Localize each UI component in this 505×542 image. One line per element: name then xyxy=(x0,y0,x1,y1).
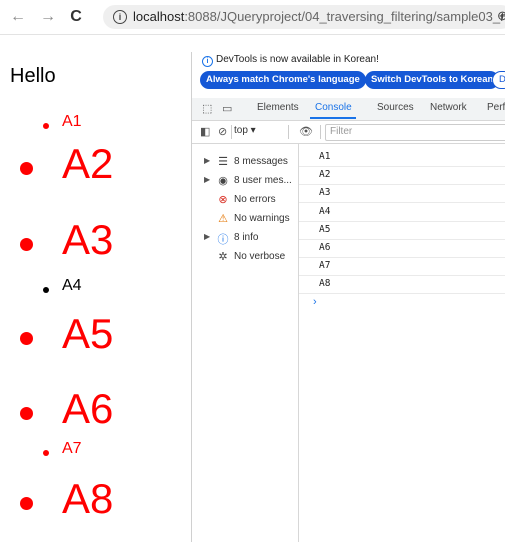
list-item-text: A6 xyxy=(62,385,114,432)
devtools-tabs: ⬚ ▭ Elements Console Sources Network Per… xyxy=(192,98,505,121)
console-sidebar: ▶ ☰ 8 messages ▶ ◉ 8 user mes... ⊗ No errors ⚠ No… xyxy=(192,144,299,542)
reload-button[interactable]: C xyxy=(66,7,86,27)
filter-category-icon: ⓘ xyxy=(217,234,229,246)
log-message: A2 xyxy=(319,169,331,181)
context-selector[interactable]: top ▾ xyxy=(234,125,256,136)
expand-arrow-icon[interactable]: ▶ xyxy=(204,232,210,241)
filter-category-icon: ✲ xyxy=(218,251,228,263)
inspect-element-icon[interactable]: ⬚ xyxy=(202,102,212,115)
sidebar-item-label: No warnings xyxy=(234,213,290,224)
sidebar-toggle-icon[interactable]: ◧ xyxy=(200,125,210,138)
zoom-icon[interactable]: ⊕ xyxy=(497,8,505,24)
browser-toolbar: ← → C i localhost:8088/JQueryproject/04_… xyxy=(0,0,505,35)
console-messages: A1 A2 A3 A4 A5 A6 A7 A8 › xyxy=(299,144,505,542)
page-heading: Hello xyxy=(10,65,56,87)
sidebar-item-label: No errors xyxy=(234,194,276,205)
url-text[interactable]: localhost:8088/JQueryproject/04_traversi… xyxy=(133,9,505,24)
bullet-icon xyxy=(20,407,33,420)
bullet-icon xyxy=(43,450,49,456)
list-item-text: A5 xyxy=(62,310,114,357)
bullet-icon xyxy=(43,123,49,129)
back-button[interactable]: ← xyxy=(8,7,28,27)
console-log-row[interactable]: A1 xyxy=(299,148,505,167)
list-item-text: A2 xyxy=(62,140,114,187)
sidebar-filter-item[interactable]: ⚠ No warnings xyxy=(192,209,298,229)
site-info-icon[interactable]: i xyxy=(113,10,127,24)
console-filter-input[interactable]: Filter xyxy=(325,124,505,141)
console-log-row[interactable]: A2 xyxy=(299,166,505,186)
console-prompt[interactable]: › xyxy=(313,296,317,308)
bullet-icon xyxy=(20,332,33,345)
banner-text: DevTools is now available in Korean! xyxy=(216,54,379,65)
bullet-icon xyxy=(20,497,33,510)
console-log-row[interactable]: A3 xyxy=(299,184,505,204)
log-message: A1 xyxy=(319,151,331,162)
bullet-icon xyxy=(20,238,33,251)
list-item-text: A7 xyxy=(62,440,82,457)
url-host: localhost xyxy=(133,9,185,24)
devtools-panel: i DevTools is now available in Korean! Al… xyxy=(191,52,505,542)
expand-arrow-icon[interactable]: ▶ xyxy=(204,156,210,165)
toolbar-separator xyxy=(231,125,232,139)
bullet-icon xyxy=(20,162,33,175)
tab-network[interactable]: Network xyxy=(430,102,467,113)
filter-category-icon: ⚠ xyxy=(218,213,228,225)
bullet-icon xyxy=(43,287,49,293)
console-log-row[interactable]: A6 xyxy=(299,239,505,258)
sidebar-item-label: No verbose xyxy=(234,251,286,262)
sidebar-item-label: 8 info xyxy=(234,232,259,243)
console-toolbar: ◧ ⊘ top ▾ 👁 Filter xyxy=(192,121,505,144)
page-content: Hello A1 A2 A3 A4 A5 A6 A7 A8 xyxy=(0,35,191,542)
filter-category-icon: ⊗ xyxy=(218,194,228,206)
console-log-row[interactable]: A8 xyxy=(299,275,505,295)
expand-arrow-icon[interactable]: ▶ xyxy=(204,175,210,184)
clear-console-icon[interactable]: ⊘ xyxy=(218,125,227,138)
log-message: A5 xyxy=(319,223,331,235)
filter-placeholder: Filter xyxy=(330,126,353,137)
address-bar[interactable]: i localhost:8088/JQueryproject/04_traver… xyxy=(103,5,505,29)
tab-console[interactable]: Console xyxy=(315,102,352,113)
banner-message: i DevTools is now available in Korean! xyxy=(202,54,379,67)
url-path: :8088/JQueryproject/04_traversing_filter… xyxy=(184,9,505,24)
sidebar-filter-item[interactable]: ▶ ◉ 8 user mes... xyxy=(192,171,298,191)
log-message: A4 xyxy=(319,205,331,217)
filter-category-icon: ☰ xyxy=(218,156,228,168)
sidebar-item-label: 8 user mes... xyxy=(234,175,292,186)
sidebar-filter-item[interactable]: ⊗ No errors xyxy=(192,190,298,210)
sidebar-filter-item[interactable]: ✲ No verbose xyxy=(192,247,298,267)
console-log-row[interactable]: A5 xyxy=(299,221,505,240)
list-item-text: A3 xyxy=(62,216,114,263)
log-message: A7 xyxy=(319,260,331,272)
language-banner: i DevTools is now available in Korean! Al… xyxy=(192,52,505,98)
list-item-text: A1 xyxy=(62,113,82,130)
tab-sources[interactable]: Sources xyxy=(377,102,414,113)
list-item-text: A4 xyxy=(62,277,82,294)
list-item-text: A8 xyxy=(62,475,114,522)
toolbar-separator xyxy=(320,125,321,139)
console-log-row[interactable]: A7 xyxy=(299,257,505,277)
console-log-row[interactable]: A4 xyxy=(299,203,505,222)
log-message: A3 xyxy=(319,187,331,199)
toolbar-separator xyxy=(288,125,289,139)
active-tab-indicator xyxy=(310,117,356,119)
sidebar-filter-item[interactable]: ▶ ☰ 8 messages xyxy=(192,152,298,172)
dont-show-again-button[interactable]: D xyxy=(492,71,505,89)
forward-button[interactable]: → xyxy=(38,7,58,27)
device-toolbar-icon[interactable]: ▭ xyxy=(222,102,232,115)
info-icon: i xyxy=(202,56,213,67)
sidebar-item-label: 8 messages xyxy=(234,156,288,167)
live-expression-eye-icon[interactable]: 👁 xyxy=(299,125,313,138)
log-message: A8 xyxy=(319,278,331,290)
always-match-language-button[interactable]: Always match Chrome's language xyxy=(200,71,366,89)
tab-elements[interactable]: Elements xyxy=(257,102,299,113)
switch-to-korean-button[interactable]: Switch DevTools to Korean xyxy=(365,71,500,89)
log-message: A6 xyxy=(319,242,331,253)
sidebar-filter-item[interactable]: ▶ ⓘ 8 info xyxy=(192,228,298,248)
filter-category-icon: ◉ xyxy=(218,175,228,187)
tab-performance[interactable]: Perf xyxy=(487,102,505,113)
